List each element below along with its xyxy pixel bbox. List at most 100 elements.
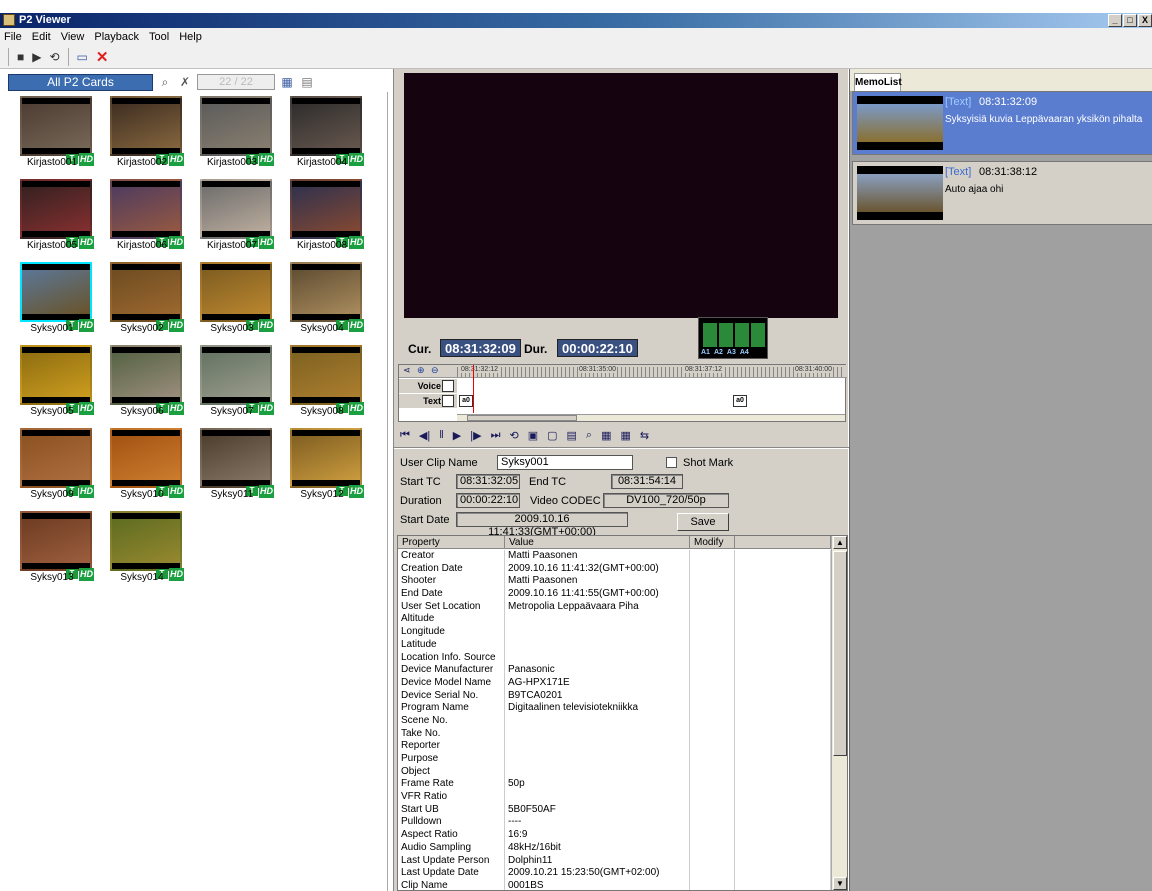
property-row[interactable]: Frame Rate 50p xyxy=(398,778,831,792)
timeline-playhead[interactable] xyxy=(473,365,474,413)
property-row[interactable]: Latitude xyxy=(398,638,831,652)
property-row[interactable]: Pulldown ---- xyxy=(398,816,831,830)
loop-icon[interactable]: ⟲ xyxy=(49,50,59,64)
memo-edit-icon[interactable]: ▦ xyxy=(621,429,631,442)
property-row[interactable]: Clip Name 0001BS xyxy=(398,879,831,890)
clip-thumbnail[interactable]: T HD Syksy013 xyxy=(10,511,94,583)
play-icon[interactable]: ▶ xyxy=(32,50,41,64)
window-icon[interactable]: ▭ xyxy=(77,50,88,64)
clip-thumbnail[interactable]: T HD Kirjasto007 xyxy=(190,179,274,251)
property-row[interactable]: Location Info. Source xyxy=(398,651,831,665)
restore-button[interactable]: □ xyxy=(1123,14,1137,27)
property-scroll-thumb[interactable] xyxy=(833,551,847,756)
property-column-header[interactable]: Property xyxy=(398,536,505,548)
menu-edit[interactable]: Edit xyxy=(32,31,51,43)
small-thumbnail-view-icon[interactable]: ▤ xyxy=(299,74,315,90)
clip-thumbnail[interactable]: T HD Syksy014 xyxy=(100,511,184,583)
property-row[interactable]: Purpose xyxy=(398,753,831,766)
minimize-button[interactable]: _ xyxy=(1108,14,1122,27)
memo-item[interactable]: [Text] 08:31:38:12 Auto ajaa ohi xyxy=(852,161,1152,225)
menu-help[interactable]: Help xyxy=(179,31,202,43)
clip-thumbnail[interactable]: T HD Syksy004 xyxy=(280,262,364,334)
clip-thumbnail[interactable]: T HD Syksy010 xyxy=(100,428,184,500)
timeline-zoom-fit-icon[interactable]: ⋖ xyxy=(403,365,411,376)
clip-thumbnail[interactable]: T HD Kirjasto004 xyxy=(280,96,364,168)
set-out-icon[interactable]: ▢ xyxy=(547,429,557,442)
go-to-start-icon[interactable]: ⏮ xyxy=(400,429,410,442)
property-row[interactable]: Longitude xyxy=(398,626,831,639)
property-row[interactable]: Shooter Matti Paasonen xyxy=(398,575,831,589)
clip-thumbnail[interactable]: T HD Kirjasto006 xyxy=(100,179,184,251)
timeline-scrollbar[interactable] xyxy=(457,414,845,421)
user-clip-name-field[interactable]: Syksy001 xyxy=(497,455,633,470)
property-row[interactable]: Device Manufacturer Panasonic xyxy=(398,664,831,677)
clip-thumbnail[interactable]: T HD Syksy001 xyxy=(10,262,94,334)
clip-thumbnail[interactable]: T HD Syksy011 xyxy=(190,428,274,500)
close-window-button[interactable]: X xyxy=(1138,14,1152,27)
text-memo-marker[interactable]: a0 xyxy=(733,395,747,407)
property-row[interactable]: Take No. xyxy=(398,727,831,741)
property-row[interactable]: Device Model Name AG-HPX171E xyxy=(398,676,831,690)
save-button[interactable]: Save xyxy=(677,513,729,531)
clip-thumbnail[interactable]: T HD Kirjasto008 xyxy=(280,179,364,251)
property-row[interactable]: Last Update Date 2009.10.21 15:23:50(GMT+… xyxy=(398,867,831,880)
property-row[interactable]: Creator Matti Paasonen xyxy=(398,550,831,563)
property-table-scrollbar[interactable]: ▲ ▼ xyxy=(831,536,847,890)
timeline[interactable]: ⋖ ⊕ ⊖ 08:31:32:12 08:31:35:00 08:31:37:1… xyxy=(398,364,847,422)
large-thumbnail-view-icon[interactable]: ▦ xyxy=(279,74,295,90)
property-row[interactable]: End Date 2009.10.16 11:41:55(GMT+00:00) xyxy=(398,588,831,601)
loop-icon[interactable]: ⟲ xyxy=(509,429,518,442)
menu-tool[interactable]: Tool xyxy=(149,31,169,43)
close-icon[interactable]: ✕ xyxy=(96,48,109,66)
clip-thumbnail[interactable]: T HD Kirjasto002 xyxy=(100,96,184,168)
search-clear-icon[interactable]: ✗ xyxy=(177,74,193,90)
property-row[interactable]: Last Update Person Dolphin11 xyxy=(398,854,831,868)
timeline-scroll-thumb[interactable] xyxy=(467,415,577,421)
memo-item[interactable]: [Text] 08:31:32:09 Syksyisiä kuvia Leppä… xyxy=(852,91,1152,155)
clip-thumbnail[interactable]: T HD Syksy012 xyxy=(280,428,364,500)
clip-thumbnail[interactable]: T HD Syksy006 xyxy=(100,345,184,417)
voice-track-checkbox[interactable] xyxy=(442,380,454,392)
property-row[interactable]: Object xyxy=(398,765,831,779)
menu-view[interactable]: View xyxy=(61,31,85,43)
scroll-down-arrow[interactable]: ▼ xyxy=(833,877,847,890)
property-row[interactable]: Aspect Ratio 16:9 xyxy=(398,829,831,842)
property-row[interactable]: VFR Ratio xyxy=(398,791,831,804)
all-p2-cards-button[interactable]: All P2 Cards xyxy=(8,73,153,91)
sync-icon[interactable]: ⇆ xyxy=(640,429,649,442)
clip-thumbnail[interactable]: T HD Kirjasto005 xyxy=(10,179,94,251)
tab-memolist[interactable]: MemoList xyxy=(854,73,902,91)
value-column-header[interactable]: Value xyxy=(505,536,690,548)
step-forward-icon[interactable]: |▶ xyxy=(470,429,481,442)
clip-thumbnail[interactable]: T HD Kirjasto003 xyxy=(190,96,274,168)
modify-column-header[interactable]: Modify xyxy=(690,536,735,548)
stop-icon[interactable]: ■ xyxy=(17,50,24,64)
scroll-up-arrow[interactable]: ▲ xyxy=(833,536,847,549)
step-back-icon[interactable]: ◀| xyxy=(419,429,430,442)
property-row[interactable]: Creation Date 2009.10.16 11:41:32(GMT+00:… xyxy=(398,562,831,576)
property-row[interactable]: Altitude xyxy=(398,613,831,627)
menu-playback[interactable]: Playback xyxy=(94,31,139,43)
clip-thumbnail[interactable]: T HD Kirjasto001 xyxy=(10,96,94,168)
zoom-in-icon[interactable]: ⊕ xyxy=(417,365,425,376)
clip-thumbnail[interactable]: T HD Syksy003 xyxy=(190,262,274,334)
go-to-end-icon[interactable]: ⏭ xyxy=(491,429,501,442)
property-row[interactable]: Reporter xyxy=(398,740,831,753)
menu-file[interactable]: File xyxy=(4,31,22,43)
property-row[interactable]: Start UB 5B0F50AF xyxy=(398,803,831,817)
property-row[interactable]: User Set Location Metropolia Leppaävaara … xyxy=(398,600,831,614)
property-row[interactable]: Audio Sampling 48kHz/16bit xyxy=(398,841,831,855)
clip-thumbnail[interactable]: T HD Syksy005 xyxy=(10,345,94,417)
text-track-checkbox[interactable] xyxy=(442,395,454,407)
memo-add-icon[interactable]: ▦ xyxy=(601,429,611,442)
play-icon[interactable]: ▶ xyxy=(453,429,461,442)
text-memo-marker[interactable]: a0 xyxy=(459,395,473,407)
clip-thumbnail[interactable]: T HD Syksy002 xyxy=(100,262,184,334)
pause-icon[interactable]: ‖ xyxy=(439,429,444,441)
property-row[interactable]: Scene No. xyxy=(398,714,831,728)
property-row[interactable]: Device Serial No. B9TCA0201 xyxy=(398,689,831,703)
search-icon[interactable]: ⌕ xyxy=(157,74,173,90)
search-icon[interactable]: ⌕ xyxy=(586,429,592,442)
clip-thumbnail[interactable]: T HD Syksy008 xyxy=(280,345,364,417)
clip-thumbnail[interactable]: T HD Syksy007 xyxy=(190,345,274,417)
